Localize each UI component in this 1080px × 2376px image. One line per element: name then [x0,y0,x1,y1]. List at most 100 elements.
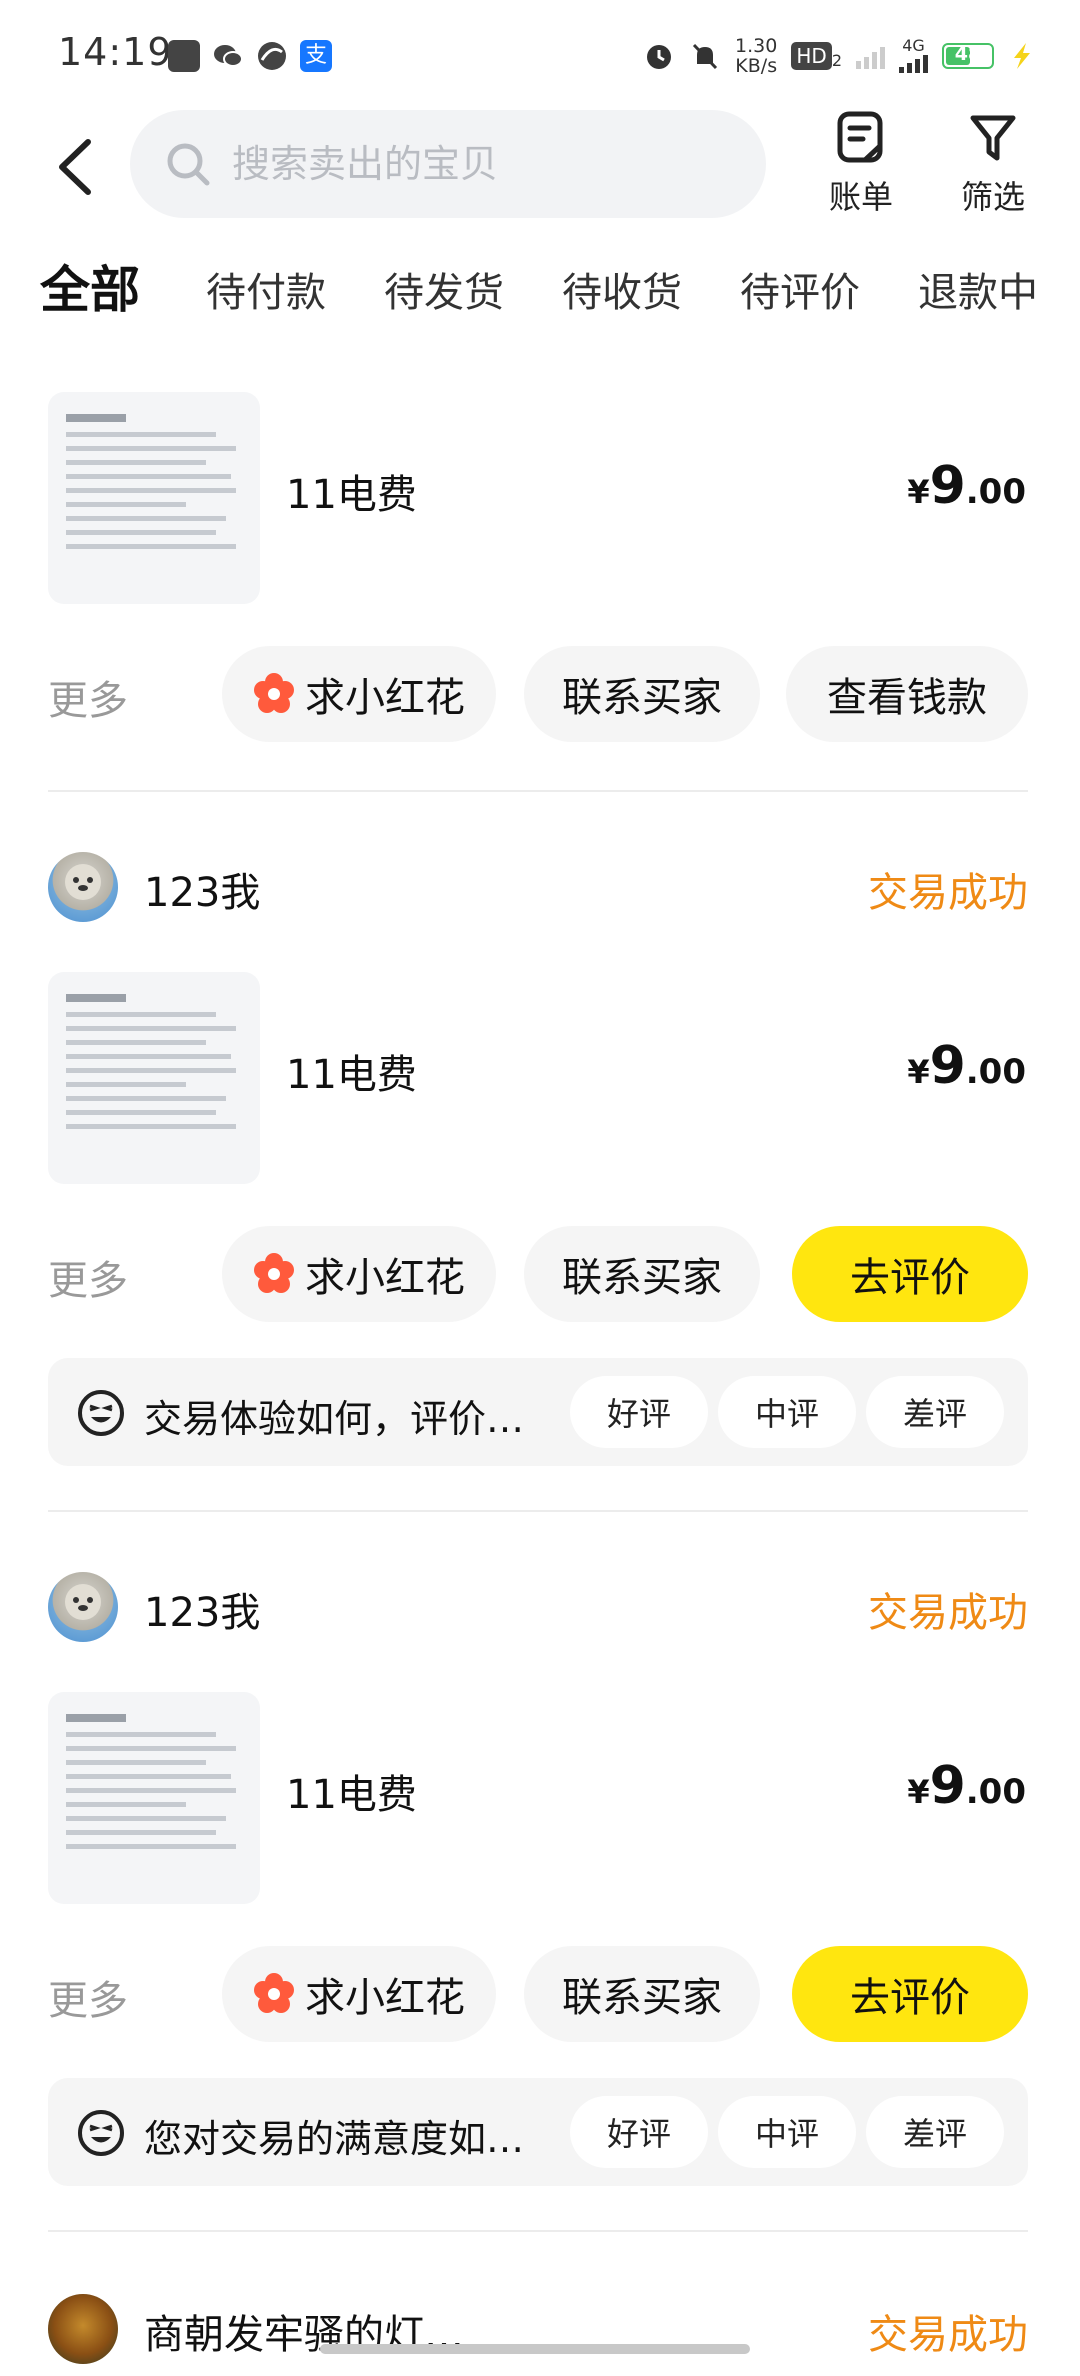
alarm-icon [647,45,672,69]
tab-all[interactable]: 全部 [38,250,142,322]
charging-icon [1014,43,1030,69]
divider [48,2230,1028,2232]
tab-label: 待发货 [384,270,504,316]
good-review-button[interactable]: 好评 [570,2096,708,2168]
tab-label: 退款中 [918,270,1038,316]
bad-review-label: 差评 [902,1395,967,1433]
order-status: 交易成功 [868,870,1028,916]
red-flower-icon [254,1253,294,1293]
product-price: ¥9.00 [907,1036,1026,1096]
net-speed: 1.30 KB/s [735,36,777,76]
order-card: 123我 交易成功 11电费 ¥9.00 更多 求小红花 联系买家 去评价 交易… [48,846,1028,1466]
hd-badge: HD [791,42,832,70]
product-thumbnail [48,1692,260,1904]
seller-row[interactable]: 123我 交易成功 [48,1566,1028,1646]
avatar [48,1572,118,1642]
request-flower-label: 求小红花 [305,1975,465,2021]
product-price: ¥9.00 [907,1756,1026,1816]
good-review-button[interactable]: 好评 [570,1376,708,1448]
go-review-label: 去评价 [850,1975,970,2021]
request-flower-button[interactable]: 求小红花 [222,646,496,742]
product-title: 11电费 [286,472,417,518]
contact-buyer-label: 联系买家 [562,675,722,721]
tab-pending-review[interactable]: 待评价 [740,260,860,318]
tab-refunding[interactable]: 退款中 [918,260,1038,318]
smile-face-icon [78,2110,124,2156]
hd-indicator: HD 2 [791,42,842,70]
contact-buyer-button[interactable]: 联系买家 [524,1226,760,1322]
price-integer: 9 [929,1036,966,1096]
bad-review-button[interactable]: 差评 [866,1376,1004,1448]
divider [48,790,1028,792]
bill-icon [837,111,883,163]
battery-icon: 48 [942,43,994,69]
search-box[interactable] [130,110,766,218]
contact-buyer-label: 联系买家 [562,1255,722,1301]
price-decimal: .00 [965,1772,1026,1812]
contact-buyer-label: 联系买家 [562,1975,722,2021]
wechat-icon [212,40,244,72]
red-flower-icon [254,1973,294,2013]
seller-row[interactable]: 123我 交易成功 [48,846,1028,926]
price-decimal: .00 [965,472,1026,512]
tab-label: 待收货 [562,270,682,316]
search-input[interactable] [232,142,732,186]
tab-pending-receipt[interactable]: 待收货 [562,260,682,318]
neutral-review-button[interactable]: 中评 [718,2096,856,2168]
go-review-button[interactable]: 去评价 [792,1946,1028,2042]
signal-sim2: 4G [899,38,928,73]
good-review-label: 好评 [606,2115,671,2153]
net-speed-value: 1.30 [735,35,778,57]
more-button[interactable]: 更多 [48,1248,128,1306]
neutral-review-button[interactable]: 中评 [718,1376,856,1448]
back-button[interactable] [50,132,110,202]
status-time: 14:19 [58,30,173,74]
view-payment-button[interactable]: 查看钱款 [786,646,1028,742]
product-price: ¥9.00 [907,456,1026,516]
signal-icon-sim1 [856,43,885,69]
product-row[interactable]: 11电费 ¥9.00 [48,392,1028,604]
bill-label: 账单 [828,178,893,216]
review-prompt: 交易体验如何，评价… [144,1397,525,1441]
buyer-name: 123我 [144,870,261,916]
tab-pending-shipment[interactable]: 待发货 [384,260,504,318]
request-flower-button[interactable]: 求小红花 [222,1946,496,2042]
order-card: 商朝发牢骚的灯… 交易成功 [48,2288,1028,2368]
search-icon [167,143,210,186]
price-currency: ¥ [907,1053,930,1091]
order-actions: 更多 求小红花 联系买家 去评价 [48,1946,1028,2042]
product-title: 11电费 [286,1052,417,1098]
order-card: 11电费 ¥9.00 更多 求小红花 联系买家 查看钱款 [48,392,1028,742]
filter-button[interactable]: 筛选 [938,110,1048,218]
product-row[interactable]: 11电费 ¥9.00 [48,972,1028,1184]
link-app-icon [256,40,288,72]
battery-level: 48 [954,43,982,65]
go-review-button[interactable]: 去评价 [792,1226,1028,1322]
product-row[interactable]: 11电费 ¥9.00 [48,1692,1028,1904]
quick-review-bar: 交易体验如何，评价… 好评 中评 差评 [48,1358,1028,1466]
neutral-review-label: 中评 [754,2115,819,2153]
price-integer: 9 [929,456,966,516]
more-button[interactable]: 更多 [48,668,128,726]
notification-app-icon [168,40,200,72]
request-flower-button[interactable]: 求小红花 [222,1226,496,1322]
price-integer: 9 [929,1756,966,1816]
product-thumbnail [48,392,260,604]
chevron-left-icon [59,139,91,195]
divider [48,1510,1028,1512]
more-button[interactable]: 更多 [48,1968,128,2026]
bad-review-button[interactable]: 差评 [866,2096,1004,2168]
seller-row[interactable]: 商朝发牢骚的灯… 交易成功 [48,2288,1028,2368]
product-thumbnail [48,972,260,1184]
contact-buyer-button[interactable]: 联系买家 [524,646,760,742]
tab-pending-payment[interactable]: 待付款 [206,260,326,318]
filter-icon [970,115,1016,161]
review-prompt: 您对交易的满意度如… [144,2117,525,2161]
contact-buyer-button[interactable]: 联系买家 [524,1946,760,2042]
request-flower-label: 求小红花 [305,675,465,721]
home-indicator[interactable] [320,2344,750,2354]
header: 账单 筛选 [0,110,1080,220]
bill-button[interactable]: 账单 [806,110,916,218]
hd-sub: 2 [831,51,842,70]
neutral-review-label: 中评 [754,1395,819,1433]
